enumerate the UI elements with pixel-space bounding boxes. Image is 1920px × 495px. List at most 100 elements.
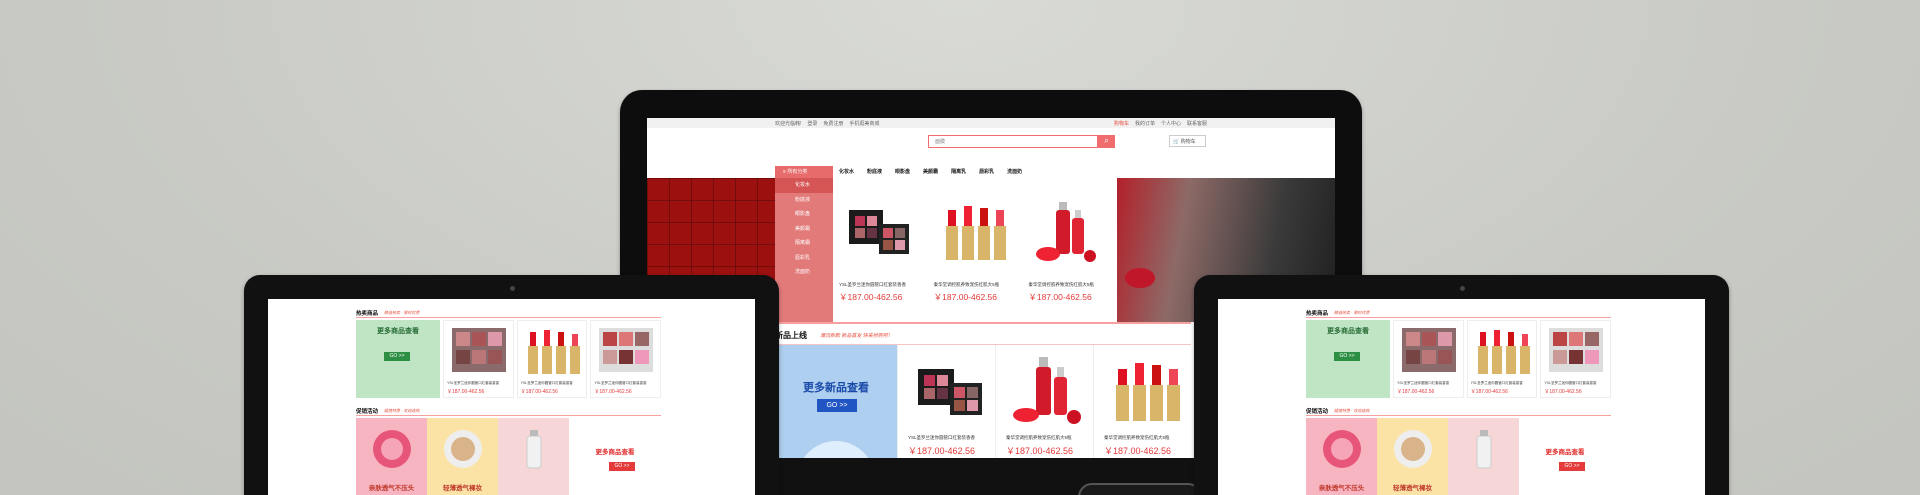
search-button[interactable]: ⌕ [1098, 135, 1115, 148]
cushion-compact-image [373, 430, 411, 468]
promo-title: 更多新品查看 [803, 382, 869, 394]
section-title: 热卖商品 [1306, 311, 1329, 317]
hot-promo-card[interactable]: 更多商品查看 GO >> [1306, 320, 1390, 398]
phone-device [1078, 483, 1202, 495]
skincare-bottles-image [1036, 202, 1097, 262]
search-input[interactable]: 面膜 [928, 135, 1098, 148]
serum-bottle-image [1476, 430, 1492, 469]
sale-label: 轻薄透气裸妆 [443, 485, 482, 492]
product-price: ￥187.00-462.56 [933, 292, 997, 302]
sale-card[interactable]: 亲肤透气不压头 [356, 418, 427, 495]
nav-link[interactable]: 隔离乳 [951, 166, 966, 178]
lipstick-set-image [527, 330, 580, 374]
promo-title: 更多商品查看 [595, 449, 635, 456]
search-icon: ⌕ [1104, 136, 1109, 145]
cushion-compact-image [1394, 430, 1432, 468]
sidebar-item[interactable]: 隔离霜 [775, 236, 833, 251]
sale-card[interactable] [498, 418, 569, 495]
cart-button[interactable]: 🛒 购物车 [1169, 135, 1206, 147]
cushion-compact-image [444, 430, 482, 468]
product-name: YSL圣罗兰迷你圆管口红套装香香 [1470, 381, 1523, 385]
sale-label: 亲肤透气不压头 [368, 485, 415, 492]
product-name: YSL圣罗兰迷你圆管口红套装香香 [594, 381, 647, 385]
section-divider [775, 322, 1191, 324]
sale-products-row: 亲肤透气不压头 轻薄透气裸妆 更多商品查看 GO >> [1306, 418, 1611, 495]
product-name: 秦华堂调控肌养致宠伤红肌大5瓶 [933, 282, 1000, 287]
tablet-screen: 热卖商品 精选热卖 · 限时优惠 更多商品查看 GO >> YSL圣罗兰迷你圆管… [268, 299, 755, 495]
promo-title: 更多商品查看 [1545, 449, 1585, 456]
product-card[interactable]: YSL圣罗兰迷你圆管口红套装香香 ￥187.00-462.56 [833, 178, 928, 322]
section-tagline: 精选热卖 · 限时优惠 [1334, 310, 1370, 315]
section-tagline: 潮流新款 新品首发 快来抢购吧！ [820, 333, 893, 339]
product-card[interactable]: YSL圣罗兰迷你圆管口红套装香香 ￥187.00-462.56 [443, 320, 514, 398]
go-button[interactable]: GO >> [384, 352, 410, 361]
search-row: 面膜 ⌕ 🛒 购物车 [647, 128, 1335, 158]
product-price: ￥187.00-462.56 [1104, 446, 1172, 456]
service-link[interactable]: 联系客服 [1187, 120, 1207, 127]
nav-link[interactable]: 唇彩乳 [979, 166, 994, 178]
sidebar-item[interactable]: 化妆水 [775, 178, 833, 193]
section-divider [1306, 415, 1611, 416]
product-name: 秦华堂调控肌养致宠伤红肌大5瓶 [1006, 435, 1072, 440]
product-name: YSL圣罗兰迷你圆管口红套装香香 [839, 282, 907, 287]
section-divider [356, 415, 661, 416]
orders-link[interactable]: 我的订单 [1135, 120, 1155, 127]
go-button[interactable]: GO >> [1334, 352, 1360, 361]
sale-products-row: 亲肤透气不压头 轻薄透气裸妆 更多商品查看 GO >> [356, 418, 661, 495]
product-card[interactable]: YSL圣罗兰迷你圆管口红套装香香 ￥187.00-462.56 [1466, 320, 1538, 398]
sidebar-item[interactable]: 洗面奶 [775, 265, 833, 280]
welcome-text: 欢迎光临韩! [775, 120, 802, 127]
banner-products: YSL圣罗兰迷你圆管口红套装香香 ￥187.00-462.56 秦华堂调控肌养致… [833, 178, 1117, 322]
sidebar-item[interactable]: 眼影盘 [775, 207, 833, 222]
register-link[interactable]: 免费注册 [823, 120, 843, 127]
product-price: ￥187.00-462.56 [839, 292, 903, 302]
nav-link[interactable]: 美颜霜 [923, 166, 938, 178]
nav-link[interactable]: 粉底液 [867, 166, 882, 178]
sidebar-item[interactable]: 唇彩乳 [775, 251, 833, 266]
sale-card[interactable] [1448, 418, 1519, 495]
hot-products-row: 更多商品查看 GO >> YSL圣罗兰迷你圆管口红套装香香 ￥187.00-46… [1306, 320, 1612, 398]
eyeshadow-palette-image [452, 328, 506, 372]
product-card[interactable]: YSL圣罗兰迷你圆管口红套装香香 ￥187.00-462.56 [1393, 320, 1464, 398]
go-button[interactable]: GO >> [1559, 462, 1585, 471]
product-card[interactable]: 秦华堂调控肌养致宠伤红肌大5瓶 ￥187.00-462.56 [928, 178, 1023, 322]
account-link[interactable]: 个人中心 [1161, 120, 1181, 127]
login-link[interactable]: 登录 [807, 120, 817, 127]
go-button[interactable]: GO >> [817, 399, 857, 412]
nav-link[interactable]: 洗面奶 [1007, 166, 1022, 178]
product-name: YSL圣罗兰迷你圆管口红套装香香 [908, 435, 976, 440]
sale-card[interactable]: 轻薄透气裸妆 [1377, 418, 1448, 495]
lipstick-set-image [1116, 363, 1180, 421]
sale-card[interactable]: 轻薄透气裸妆 [427, 418, 498, 495]
top-bar: 欢迎光临韩! 登录 免费注册 手机逛美商城 购物车 我的订单 个人中心 联系客服 [647, 118, 1335, 128]
eyeshadow-palette-image [1549, 328, 1604, 372]
product-name: YSL圣罗兰迷你圆管口红套装香香 [1544, 381, 1597, 385]
go-button[interactable]: GO >> [609, 462, 635, 471]
product-name: 秦华堂调控肌养致宠伤红肌大5瓶 [1028, 282, 1094, 287]
product-price: ￥187.00-462.56 [1544, 389, 1582, 395]
product-price: ￥187.00-462.56 [594, 389, 632, 395]
promo-title: 更多商品查看 [1327, 328, 1369, 335]
hot-promo-card[interactable]: 更多商品查看 GO >> [356, 320, 440, 398]
product-card[interactable]: YSL圣罗兰迷你圆管口红套装香香 ￥187.00-462.56 [1540, 320, 1612, 398]
sidebar-item[interactable]: 美颜霜 [775, 222, 833, 237]
sale-promo-card[interactable]: 更多商品查看 GO >> [1519, 418, 1611, 495]
sale-promo-card[interactable]: 更多商品查看 GO >> [569, 418, 661, 495]
section-title: 新品上线 [775, 331, 807, 340]
section-tagline: 精选热卖 · 限时优惠 [384, 310, 420, 315]
eyeshadow-palette-image [1402, 328, 1456, 372]
sale-label: 亲肤透气不压头 [1318, 485, 1365, 492]
product-card[interactable]: YSL圣罗兰迷你圆管口红套装香香 ￥187.00-462.56 [590, 320, 662, 398]
camera-dot [509, 286, 515, 291]
nav-link[interactable]: 眼影盘 [895, 166, 910, 178]
product-card[interactable]: 秦华堂调控肌养致宠伤红肌大5瓶 ￥187.00-462.56 [1022, 178, 1117, 322]
category-button[interactable]: ≡ 所有分类 [775, 166, 833, 178]
product-price: ￥187.00-462.56 [1006, 446, 1074, 456]
sidebar-item[interactable]: 粉底液 [775, 193, 833, 208]
nav-link[interactable]: 化妆水 [839, 166, 854, 178]
main-nav: ≡ 所有分类 化妆水 粉底液 眼影盘 美颜霜 隔离乳 唇彩乳 洗面奶 [647, 166, 1335, 178]
mobile-link[interactable]: 手机逛美商城 [849, 120, 879, 127]
product-card[interactable]: YSL圣罗兰迷你圆管口红套装香香 ￥187.00-462.56 [516, 320, 588, 398]
sale-card[interactable]: 亲肤透气不压头 [1306, 418, 1377, 495]
cart-link[interactable]: 购物车 [1114, 120, 1129, 127]
